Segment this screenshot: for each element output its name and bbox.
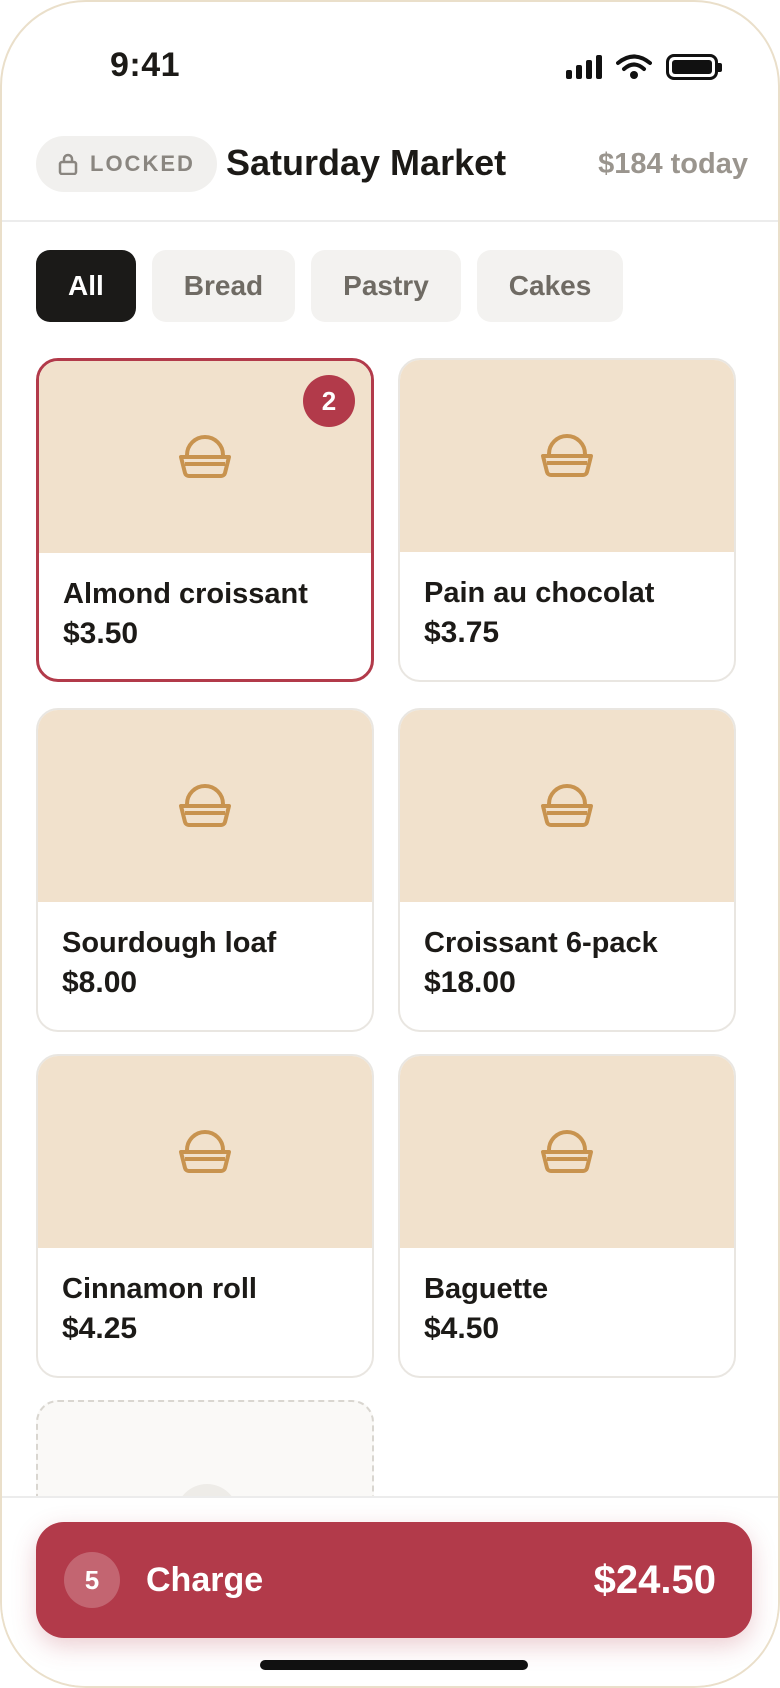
status-icons	[566, 54, 722, 80]
bread-basket-icon	[541, 784, 593, 827]
product-card-pain-au-chocolat[interactable]: Pain au chocolat $3.75	[398, 358, 736, 682]
product-thumbnail	[400, 710, 734, 902]
filter-chip-pastry[interactable]: Pastry	[311, 250, 461, 322]
cellular-signal-icon	[566, 55, 602, 79]
product-price: $8.00	[62, 966, 138, 999]
phone-frame: 9:41 LOCKED Saturday Market $184 today A…	[0, 0, 780, 1688]
product-name: Baguette	[424, 1273, 549, 1305]
page-title: Saturday Market	[226, 142, 507, 183]
category-filters: All Bread Pastry Cakes	[36, 250, 624, 322]
product-price: $3.75	[424, 616, 500, 649]
product-card-baguette[interactable]: Baguette $4.50	[398, 1054, 736, 1378]
product-name: Almond croissant	[63, 578, 308, 610]
home-indicator[interactable]	[260, 1660, 528, 1670]
product-card-cinnamon-roll[interactable]: Cinnamon roll $4.25	[36, 1054, 374, 1378]
charge-label: Charge	[146, 1560, 264, 1599]
charge-button[interactable]: 5 Charge $24.50	[36, 1522, 752, 1638]
cart-count-badge: 5	[64, 1552, 120, 1608]
charge-amount: $24.50	[593, 1557, 716, 1602]
product-name: Sourdough loaf	[62, 927, 277, 959]
product-thumbnail	[400, 1056, 734, 1248]
bread-basket-icon	[179, 435, 231, 478]
product-card-almond-croissant[interactable]: 2 Almond croissant $3.50	[36, 358, 374, 682]
battery-icon	[666, 54, 722, 80]
header: LOCKED Saturday Market $184 today	[2, 130, 778, 222]
wifi-icon	[616, 54, 652, 79]
product-price: $3.50	[63, 617, 139, 650]
product-thumbnail	[400, 360, 734, 552]
filter-chip-all[interactable]: All	[36, 250, 136, 322]
bread-basket-icon	[541, 1130, 593, 1173]
lock-label: LOCKED	[90, 151, 195, 176]
lock-icon	[58, 153, 78, 175]
bread-basket-icon	[541, 434, 593, 477]
product-card-croissant-6-pack[interactable]: Croissant 6-pack $18.00	[398, 708, 736, 1032]
product-name: Croissant 6-pack	[424, 927, 658, 959]
product-thumbnail	[38, 1056, 372, 1248]
product-price: $18.00	[424, 966, 516, 999]
status-time: 9:41	[110, 46, 181, 84]
lock-toggle-button[interactable]: LOCKED	[36, 136, 217, 192]
bread-basket-icon	[179, 784, 231, 827]
product-name: Pain au chocolat	[424, 577, 655, 609]
filter-chip-bread[interactable]: Bread	[151, 250, 296, 322]
product-price: $4.25	[62, 1312, 138, 1345]
product-card-sourdough-loaf[interactable]: Sourdough loaf $8.00	[36, 708, 374, 1032]
product-price: $4.50	[424, 1312, 500, 1345]
filter-chip-cakes[interactable]: Cakes	[476, 250, 624, 322]
product-name: Cinnamon roll	[62, 1273, 257, 1305]
today-total: $184 today	[598, 148, 748, 180]
quantity-badge: 2	[303, 375, 355, 427]
product-thumbnail	[38, 710, 372, 902]
bread-basket-icon	[179, 1130, 231, 1173]
